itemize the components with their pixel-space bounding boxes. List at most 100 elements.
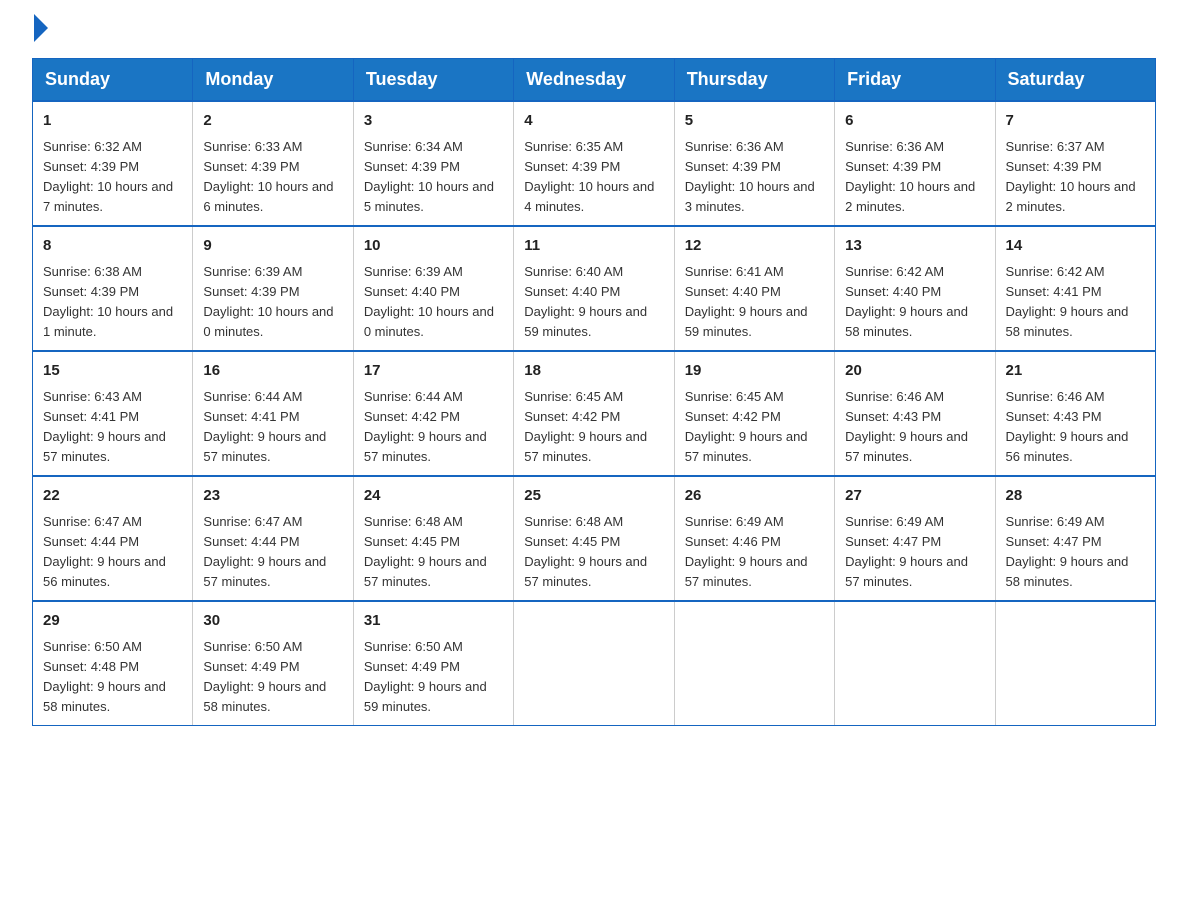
weekday-header-friday: Friday xyxy=(835,59,995,102)
day-info: Sunrise: 6:48 AMSunset: 4:45 PMDaylight:… xyxy=(364,512,503,593)
day-info: Sunrise: 6:44 AMSunset: 4:42 PMDaylight:… xyxy=(364,387,503,468)
day-number: 5 xyxy=(685,110,824,133)
calendar-cell: 24 Sunrise: 6:48 AMSunset: 4:45 PMDayligh… xyxy=(353,476,513,601)
day-number: 28 xyxy=(1006,485,1145,508)
calendar-cell: 29Sunrise: 6:50 AMSunset: 4:48 PMDayligh… xyxy=(33,601,193,726)
calendar-table: SundayMondayTuesdayWednesdayThursdayFrid… xyxy=(32,58,1156,726)
calendar-cell: 10Sunrise: 6:39 AMSunset: 4:40 PMDayligh… xyxy=(353,226,513,351)
day-number: 9 xyxy=(203,235,342,258)
calendar-cell: 17 Sunrise: 6:44 AMSunset: 4:42 PMDayligh… xyxy=(353,351,513,476)
calendar-cell: 18Sunrise: 6:45 AMSunset: 4:42 PMDayligh… xyxy=(514,351,674,476)
calendar-cell xyxy=(835,601,995,726)
day-info: Sunrise: 6:39 AMSunset: 4:39 PMDaylight:… xyxy=(203,262,342,343)
calendar-cell: 31 Sunrise: 6:50 AMSunset: 4:49 PMDayligh… xyxy=(353,601,513,726)
day-info: Sunrise: 6:49 AMSunset: 4:47 PMDaylight:… xyxy=(1006,512,1145,593)
weekday-header-tuesday: Tuesday xyxy=(353,59,513,102)
calendar-week-row: 1Sunrise: 6:32 AMSunset: 4:39 PMDaylight… xyxy=(33,101,1156,226)
day-number: 26 xyxy=(685,485,824,508)
day-number: 22 xyxy=(43,485,182,508)
day-number: 21 xyxy=(1006,360,1145,383)
day-number: 24 xyxy=(364,485,503,508)
calendar-cell xyxy=(995,601,1155,726)
calendar-week-row: 29Sunrise: 6:50 AMSunset: 4:48 PMDayligh… xyxy=(33,601,1156,726)
day-number: 25 xyxy=(524,485,663,508)
day-number: 3 xyxy=(364,110,503,133)
calendar-cell: 3Sunrise: 6:34 AMSunset: 4:39 PMDaylight… xyxy=(353,101,513,226)
calendar-cell: 21 Sunrise: 6:46 AMSunset: 4:43 PMDayligh… xyxy=(995,351,1155,476)
day-info: Sunrise: 6:38 AMSunset: 4:39 PMDaylight:… xyxy=(43,262,182,343)
day-info: Sunrise: 6:35 AMSunset: 4:39 PMDaylight:… xyxy=(524,137,663,218)
day-info: Sunrise: 6:47 AMSunset: 4:44 PMDaylight:… xyxy=(43,512,182,593)
calendar-cell: 20 Sunrise: 6:46 AMSunset: 4:43 PMDayligh… xyxy=(835,351,995,476)
page-header xyxy=(32,24,1156,38)
day-number: 2 xyxy=(203,110,342,133)
day-number: 29 xyxy=(43,610,182,633)
logo xyxy=(32,24,48,38)
calendar-cell: 11 Sunrise: 6:40 AMSunset: 4:40 PMDayligh… xyxy=(514,226,674,351)
calendar-cell: 25 Sunrise: 6:48 AMSunset: 4:45 PMDayligh… xyxy=(514,476,674,601)
weekday-header-saturday: Saturday xyxy=(995,59,1155,102)
day-info: Sunrise: 6:41 AMSunset: 4:40 PMDaylight:… xyxy=(685,262,824,343)
day-number: 8 xyxy=(43,235,182,258)
day-info: Sunrise: 6:48 AMSunset: 4:45 PMDaylight:… xyxy=(524,512,663,593)
calendar-cell: 5 Sunrise: 6:36 AMSunset: 4:39 PMDaylight… xyxy=(674,101,834,226)
day-info: Sunrise: 6:49 AMSunset: 4:46 PMDaylight:… xyxy=(685,512,824,593)
calendar-cell: 16 Sunrise: 6:44 AMSunset: 4:41 PMDayligh… xyxy=(193,351,353,476)
day-info: Sunrise: 6:36 AMSunset: 4:39 PMDaylight:… xyxy=(845,137,984,218)
calendar-cell: 23 Sunrise: 6:47 AMSunset: 4:44 PMDayligh… xyxy=(193,476,353,601)
day-number: 27 xyxy=(845,485,984,508)
day-info: Sunrise: 6:40 AMSunset: 4:40 PMDaylight:… xyxy=(524,262,663,343)
day-number: 16 xyxy=(203,360,342,383)
day-info: Sunrise: 6:33 AMSunset: 4:39 PMDaylight:… xyxy=(203,137,342,218)
calendar-week-row: 15 Sunrise: 6:43 AMSunset: 4:41 PMDayligh… xyxy=(33,351,1156,476)
day-info: Sunrise: 6:36 AMSunset: 4:39 PMDaylight:… xyxy=(685,137,824,218)
calendar-week-row: 8 Sunrise: 6:38 AMSunset: 4:39 PMDaylight… xyxy=(33,226,1156,351)
day-info: Sunrise: 6:49 AMSunset: 4:47 PMDaylight:… xyxy=(845,512,984,593)
calendar-cell: 6 Sunrise: 6:36 AMSunset: 4:39 PMDaylight… xyxy=(835,101,995,226)
day-info: Sunrise: 6:44 AMSunset: 4:41 PMDaylight:… xyxy=(203,387,342,468)
day-number: 23 xyxy=(203,485,342,508)
day-info: Sunrise: 6:39 AMSunset: 4:40 PMDaylight:… xyxy=(364,262,503,343)
day-number: 11 xyxy=(524,235,663,258)
calendar-cell: 1Sunrise: 6:32 AMSunset: 4:39 PMDaylight… xyxy=(33,101,193,226)
calendar-cell: 28 Sunrise: 6:49 AMSunset: 4:47 PMDayligh… xyxy=(995,476,1155,601)
calendar-cell xyxy=(674,601,834,726)
day-number: 4 xyxy=(524,110,663,133)
day-info: Sunrise: 6:43 AMSunset: 4:41 PMDaylight:… xyxy=(43,387,182,468)
calendar-cell: 19Sunrise: 6:45 AMSunset: 4:42 PMDayligh… xyxy=(674,351,834,476)
weekday-header-thursday: Thursday xyxy=(674,59,834,102)
day-number: 12 xyxy=(685,235,824,258)
day-info: Sunrise: 6:46 AMSunset: 4:43 PMDaylight:… xyxy=(845,387,984,468)
day-number: 18 xyxy=(524,360,663,383)
weekday-header-row: SundayMondayTuesdayWednesdayThursdayFrid… xyxy=(33,59,1156,102)
calendar-cell xyxy=(514,601,674,726)
day-info: Sunrise: 6:47 AMSunset: 4:44 PMDaylight:… xyxy=(203,512,342,593)
day-number: 20 xyxy=(845,360,984,383)
calendar-cell: 8 Sunrise: 6:38 AMSunset: 4:39 PMDaylight… xyxy=(33,226,193,351)
day-info: Sunrise: 6:50 AMSunset: 4:49 PMDaylight:… xyxy=(364,637,503,718)
day-info: Sunrise: 6:45 AMSunset: 4:42 PMDaylight:… xyxy=(685,387,824,468)
day-number: 15 xyxy=(43,360,182,383)
day-number: 1 xyxy=(43,110,182,133)
day-info: Sunrise: 6:50 AMSunset: 4:49 PMDaylight:… xyxy=(203,637,342,718)
day-number: 6 xyxy=(845,110,984,133)
calendar-cell: 13Sunrise: 6:42 AMSunset: 4:40 PMDayligh… xyxy=(835,226,995,351)
day-number: 30 xyxy=(203,610,342,633)
weekday-header-monday: Monday xyxy=(193,59,353,102)
day-info: Sunrise: 6:46 AMSunset: 4:43 PMDaylight:… xyxy=(1006,387,1145,468)
day-number: 31 xyxy=(364,610,503,633)
calendar-cell: 26 Sunrise: 6:49 AMSunset: 4:46 PMDayligh… xyxy=(674,476,834,601)
logo-triangle-icon xyxy=(34,14,48,42)
weekday-header-wednesday: Wednesday xyxy=(514,59,674,102)
calendar-week-row: 22 Sunrise: 6:47 AMSunset: 4:44 PMDayligh… xyxy=(33,476,1156,601)
day-number: 13 xyxy=(845,235,984,258)
calendar-cell: 27 Sunrise: 6:49 AMSunset: 4:47 PMDayligh… xyxy=(835,476,995,601)
day-number: 17 xyxy=(364,360,503,383)
calendar-cell: 30 Sunrise: 6:50 AMSunset: 4:49 PMDayligh… xyxy=(193,601,353,726)
calendar-cell: 14Sunrise: 6:42 AMSunset: 4:41 PMDayligh… xyxy=(995,226,1155,351)
calendar-cell: 2 Sunrise: 6:33 AMSunset: 4:39 PMDaylight… xyxy=(193,101,353,226)
calendar-cell: 7Sunrise: 6:37 AMSunset: 4:39 PMDaylight… xyxy=(995,101,1155,226)
calendar-cell: 12 Sunrise: 6:41 AMSunset: 4:40 PMDayligh… xyxy=(674,226,834,351)
calendar-cell: 15 Sunrise: 6:43 AMSunset: 4:41 PMDayligh… xyxy=(33,351,193,476)
weekday-header-sunday: Sunday xyxy=(33,59,193,102)
